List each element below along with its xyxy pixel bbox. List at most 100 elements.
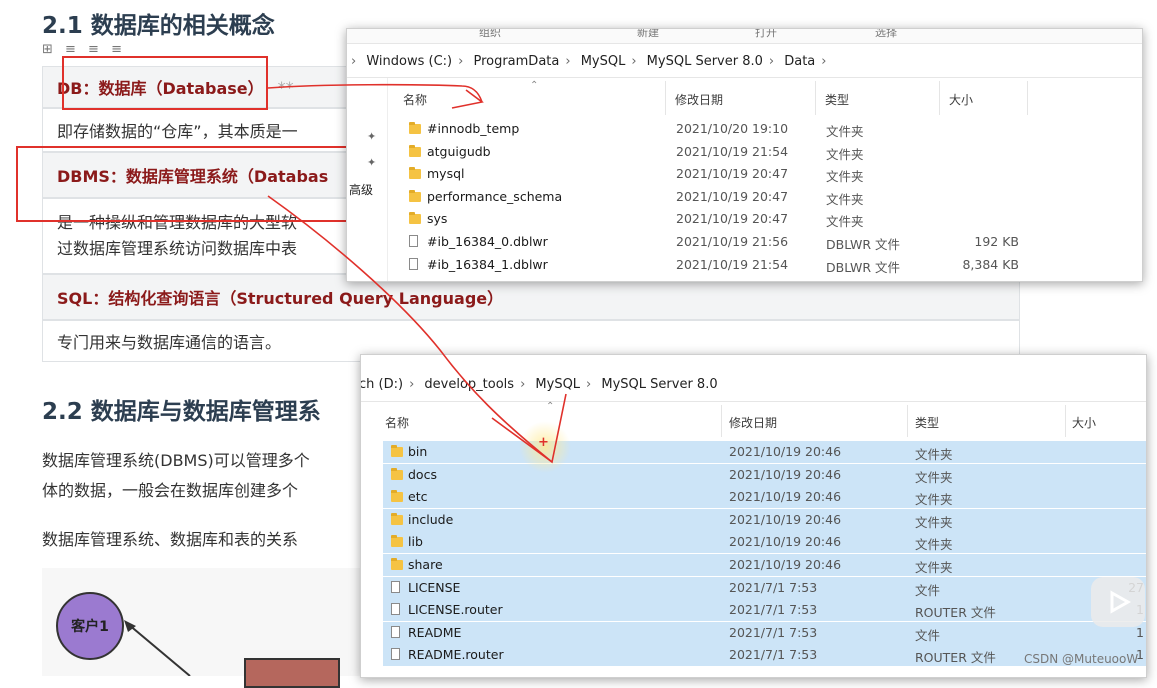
file-row[interactable]: bin 2021/10/19 20:46 文件夹 <box>383 441 1146 463</box>
file-name: #ib_16384_1.dblwr <box>427 256 548 272</box>
file-row[interactable]: sys 2021/10/19 20:47 文件夹 <box>391 208 1141 230</box>
play-button[interactable] <box>1091 577 1145 627</box>
folder-icon <box>409 212 421 225</box>
file-name: LICENSE <box>408 579 461 595</box>
file-type: 文件 <box>915 582 941 598</box>
file-date: 2021/10/19 21:54 <box>676 143 789 159</box>
col-header-size[interactable]: 大小 <box>1072 414 1096 431</box>
file-row[interactable]: #ib_16384_1.dblwr 2021/10/19 21:54 DBLWR 文… <box>391 254 1141 276</box>
file-type: 文件夹 <box>826 214 864 230</box>
crumb-mysql[interactable]: MySQL <box>581 54 626 69</box>
file-date: 2021/10/19 21:56 <box>676 234 789 249</box>
crumb-develop-tools[interactable]: develop_tools <box>424 377 514 392</box>
play-icon <box>1110 590 1132 614</box>
ribbon-organize[interactable]: 组织 <box>479 29 501 40</box>
file-date: 2021/10/19 20:46 <box>729 489 842 505</box>
pin-icon[interactable]: ✦ <box>367 130 376 143</box>
file-icon <box>391 648 400 661</box>
folder-icon <box>391 490 403 503</box>
nav-pane <box>347 78 388 281</box>
chevron-right-icon: › <box>821 54 827 69</box>
file-type: ROUTER 文件 <box>915 605 996 621</box>
file-type: 文件夹 <box>826 146 864 162</box>
file-icon <box>391 580 400 593</box>
file-row[interactable]: mysql 2021/10/19 20:47 文件夹 <box>391 163 1141 185</box>
file-row[interactable]: atguigudb 2021/10/19 21:54 文件夹 <box>391 141 1141 163</box>
crumb-d-drive[interactable]: ch (D:) <box>361 377 403 392</box>
file-name: share <box>408 557 443 572</box>
file-name: #innodb_temp <box>427 121 520 136</box>
file-row[interactable]: lib 2021/10/19 20:46 文件夹 <box>383 531 1146 554</box>
ribbon-select[interactable]: 选择 <box>875 29 897 40</box>
crumb-mysql-server[interactable]: MySQL Server 8.0 <box>647 54 763 69</box>
ribbon-toolbar: 组织 新建 打开 选择 <box>347 29 1142 44</box>
file-name: #ib_16384_0.dblwr <box>427 234 548 249</box>
client-label: 客户1 <box>71 619 109 635</box>
file-row[interactable]: docs 2021/10/19 20:46 文件夹 <box>383 463 1146 486</box>
col-header-name[interactable]: 名称 <box>403 91 427 108</box>
folder-icon <box>391 535 403 548</box>
file-date: 2021/10/19 20:46 <box>729 444 842 459</box>
ribbon-open[interactable]: 打开 <box>755 29 777 40</box>
file-row[interactable]: #ib_16384_0.dblwr 2021/10/19 21:56 DBLWR 文… <box>391 231 1141 253</box>
chevron-right-icon: › <box>768 54 775 69</box>
crumb-mysql-server[interactable]: MySQL Server 8.0 <box>601 377 717 392</box>
dbms-node <box>244 658 340 688</box>
ribbon-new[interactable]: 新建 <box>637 29 659 40</box>
folder-icon <box>391 512 403 525</box>
db-definition: 即存储数据的“仓库”，其本质是一 <box>57 122 298 141</box>
file-name: performance_schema <box>427 188 563 204</box>
dbms-definition-line2: 过数据库管理系统访问数据库中表 <box>57 239 298 258</box>
para-line-2: 体的数据，一般会在数据库创建多个 <box>42 481 299 500</box>
file-name: mysql <box>427 166 465 182</box>
col-header-name[interactable]: 名称 <box>385 414 409 431</box>
file-row[interactable]: README 2021/7/1 7:53 文件 1 <box>383 621 1146 644</box>
file-row[interactable]: LICENSE.router2021/7/1 7:53ROUTER 文件1 <box>383 599 1146 622</box>
file-name: sys <box>427 211 448 227</box>
col-header-size[interactable]: 大小 <box>949 91 973 108</box>
pin-icon[interactable]: ✦ <box>367 156 376 169</box>
file-type: ROUTER 文件 <box>915 650 996 666</box>
file-row[interactable]: include 2021/10/19 20:46 文件夹 <box>383 508 1146 531</box>
toolbar-icons[interactable]: ⊞ ≡ ≡ ≡ <box>42 42 126 57</box>
chevron-right-icon: › <box>565 54 571 69</box>
explorer-window-d-drive[interactable]: ch (D:) › develop_tools › MySQL › MySQL Ser… <box>360 354 1147 678</box>
file-row[interactable]: share 2021/10/19 20:46 文件夹 <box>383 554 1146 576</box>
crumb-mysql[interactable]: MySQL <box>535 377 580 392</box>
address-bar[interactable]: › Windows (C:) › ProgramData › MySQL › MySQ… <box>351 54 832 69</box>
file-type: 文件 <box>915 627 941 643</box>
file-row[interactable]: #innodb_temp 2021/10/20 19:10 文件夹 <box>391 118 1141 140</box>
folder-icon <box>391 467 403 480</box>
file-row[interactable]: performance_schema 2021/10/19 20:47 文件夹 <box>391 186 1141 208</box>
file-date: 2021/10/19 20:46 <box>729 557 842 572</box>
chevron-right-icon: › <box>458 54 464 69</box>
col-header-date[interactable]: 修改日期 <box>729 414 777 431</box>
file-size: 192 KB <box>974 234 1019 249</box>
asterisk-marker: ** <box>277 77 294 97</box>
col-header-type[interactable]: 类型 <box>825 91 849 108</box>
file-type: 文件夹 <box>915 514 953 530</box>
col-header-date[interactable]: 修改日期 <box>675 91 723 108</box>
address-bar[interactable]: ch (D:) › develop_tools › MySQL › MySQL Ser… <box>361 377 718 392</box>
file-type: 文件夹 <box>915 469 953 485</box>
explorer-window-c-drive[interactable]: 组织 新建 打开 选择 › Windows (C:) › ProgramData ›… <box>346 28 1143 282</box>
sql-term: SQL：结构化查询语言（Structured Query Language） <box>57 289 504 308</box>
file-date: 2021/10/19 21:54 <box>676 256 789 272</box>
file-row[interactable]: etc 2021/10/19 20:46 文件夹 <box>383 486 1146 509</box>
chevron-right-icon: › <box>409 377 415 392</box>
crumb-programdata[interactable]: ProgramData <box>473 54 559 69</box>
diagram-arrow <box>124 620 191 676</box>
file-row[interactable]: LICENSE2021/7/1 7:53文件27 <box>383 576 1146 599</box>
file-date: 2021/10/19 20:46 <box>729 534 842 550</box>
file-date: 2021/7/1 7:53 <box>729 579 818 595</box>
client-node: 客户1 <box>56 592 124 660</box>
crumb-c-drive[interactable]: Windows (C:) <box>366 54 452 69</box>
nav-label-advanced[interactable]: 高级 <box>349 181 373 198</box>
file-size: 8,384 KB <box>962 256 1019 272</box>
col-header-type[interactable]: 类型 <box>915 414 939 431</box>
crumb-data[interactable]: Data <box>784 54 815 69</box>
file-date: 2021/10/19 20:47 <box>676 188 789 204</box>
file-date: 2021/7/1 7:53 <box>729 647 818 663</box>
file-icon <box>409 257 418 270</box>
file-name: LICENSE.router <box>408 602 503 618</box>
